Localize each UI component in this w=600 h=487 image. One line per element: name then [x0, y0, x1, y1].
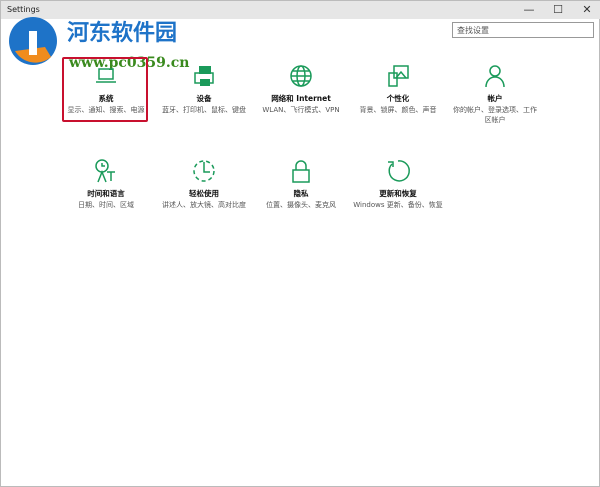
ease-of-access-icon: [193, 160, 215, 182]
settings-item-accounts[interactable]: 帐户 你的帐户、登录选项、工作区帐户: [450, 63, 540, 125]
item-name: 网络和 Internet: [271, 94, 331, 103]
close-button[interactable]: ✕: [573, 1, 600, 19]
item-name: 更新和恢复: [379, 189, 417, 198]
item-desc: Windows 更新、备份、恢复: [353, 201, 443, 209]
settings-item-system[interactable]: 系统 显示、通知、搜索、电源: [61, 63, 151, 115]
settings-item-ease-of-access[interactable]: 轻松使用 讲述人、放大镜、高对比度: [159, 158, 249, 210]
item-name: 系统: [98, 94, 114, 103]
item-name: 轻松使用: [189, 189, 219, 198]
update-icon: [388, 160, 410, 182]
item-desc: WLAN、飞行模式、VPN: [262, 106, 340, 114]
item-name: 设备: [196, 94, 212, 103]
watermark-name: 河东软件园: [67, 21, 178, 46]
maximize-button[interactable]: ☐: [544, 1, 572, 19]
printer-icon: [194, 66, 214, 86]
settings-item-update[interactable]: 更新和恢复 Windows 更新、备份、恢复: [353, 158, 443, 210]
personalization-icon: [388, 65, 409, 87]
item-desc: 位置、摄像头、麦克风: [266, 201, 336, 209]
search-input[interactable]: 查找设置: [452, 22, 594, 38]
item-name: 帐户: [487, 94, 503, 103]
settings-item-network[interactable]: 网络和 Internet WLAN、飞行模式、VPN: [256, 63, 346, 115]
item-desc: 讲述人、放大镜、高对比度: [162, 201, 246, 209]
laptop-icon: [96, 68, 116, 83]
settings-item-privacy[interactable]: 隐私 位置、摄像头、麦克风: [256, 158, 346, 210]
item-desc: 你的帐户、登录选项、工作区帐户: [453, 106, 537, 124]
settings-item-time-language[interactable]: 时间和语言 日期、时间、区域: [61, 158, 151, 210]
minimize-button[interactable]: —: [515, 1, 543, 19]
lock-icon: [292, 160, 310, 183]
globe-icon: [290, 65, 312, 87]
item-desc: 显示、通知、搜索、电源: [67, 106, 145, 114]
watermark-logo-icon: [9, 17, 57, 65]
item-desc: 背景、锁屏、颜色、声音: [359, 106, 437, 114]
item-desc: 日期、时间、区域: [78, 201, 134, 209]
time-language-icon: [95, 159, 115, 183]
item-desc: 蓝牙、打印机、鼠标、键盘: [162, 106, 246, 114]
item-name: 隐私: [293, 189, 309, 198]
item-name: 时间和语言: [87, 189, 125, 198]
item-name: 个性化: [386, 94, 410, 103]
settings-item-personalization[interactable]: 个性化 背景、锁屏、颜色、声音: [353, 63, 443, 115]
person-icon: [485, 65, 505, 88]
settings-item-devices[interactable]: 设备 蓝牙、打印机、鼠标、键盘: [159, 63, 249, 115]
